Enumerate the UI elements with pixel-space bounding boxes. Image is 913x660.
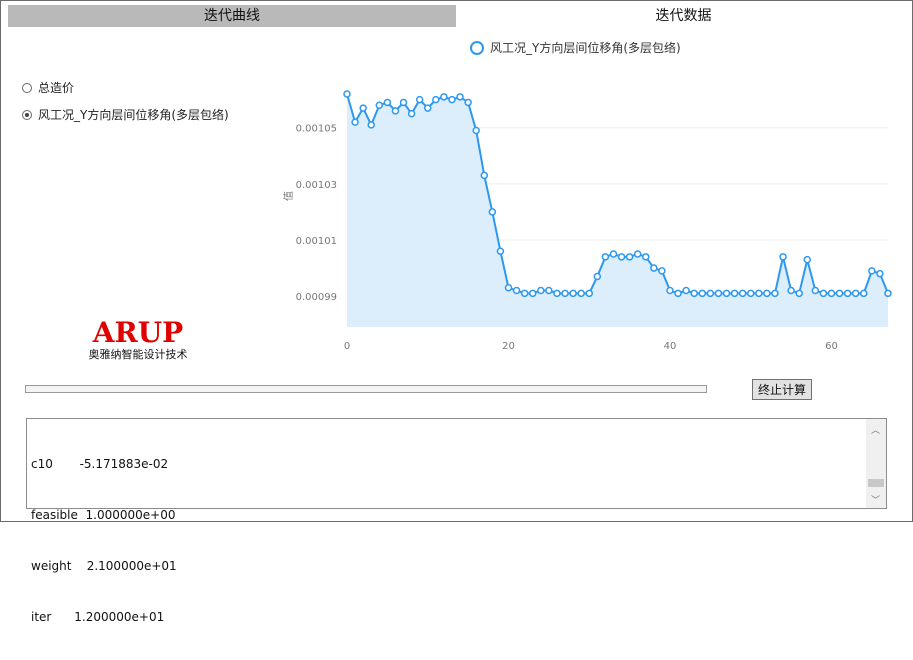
scroll-up-icon[interactable]: ︿ [871,423,880,436]
scroll-down-icon[interactable]: ﹀ [871,493,880,506]
arup-logo: ARUP 奥雅纳智能设计技术 [78,318,198,362]
progress-bar [25,385,707,393]
tab-iteration-data[interactable]: 迭代数据 [456,5,911,27]
scroll-thumb[interactable] [868,479,884,487]
radio-wind-drift[interactable]: 风工况_Y方向层间位移角(多层包络) [22,106,229,123]
radio-circle-icon[interactable] [22,82,32,93]
tab-bar: 迭代曲线 迭代数据 [0,5,913,27]
radio-label: 总造价 [38,81,75,95]
log-lines: c10 -5.171883e-02 feasible 1.000000e+00 … [31,422,177,660]
log-line: iter 1.200000e+01 [31,610,165,624]
log-textarea[interactable]: c10 -5.171883e-02 feasible 1.000000e+00 … [26,418,887,624]
log-line: c10 -5.171883e-02 [31,457,169,471]
logo-subtitle: 奥雅纳智能设计技术 [88,348,188,361]
log-scrollbar[interactable]: ︿ ﹀ [866,419,886,508]
legend-circle-icon [470,40,484,55]
legend-label: 风工况_Y方向层间位移角(多层包络) [490,41,681,55]
radio-checked-icon[interactable] [22,109,32,120]
radio-label: 风工况_Y方向层间位移角(多层包络) [38,108,229,122]
radio-total-cost[interactable]: 总造价 [22,79,74,96]
log-line: feasible 1.000000e+00 [31,508,176,522]
logo-wordmark: ARUP [92,316,184,349]
chart-legend[interactable]: 风工况_Y方向层间位移角(多层包络) [470,39,681,56]
stop-calculation-button[interactable]: 终止计算 [752,379,812,400]
log-line: weight 2.100000e+01 [31,559,177,573]
tab-iteration-curve[interactable]: 迭代曲线 [8,5,456,27]
